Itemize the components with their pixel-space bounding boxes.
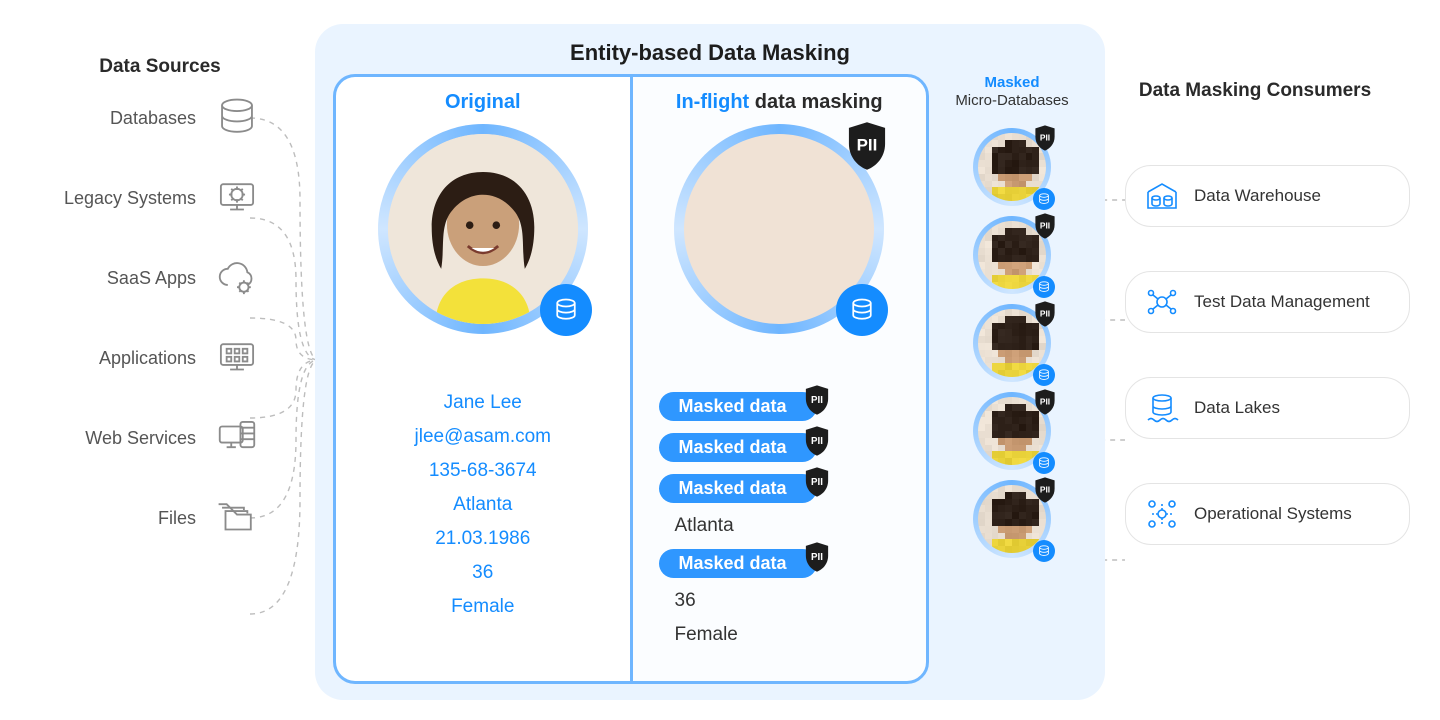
test-data-icon — [1144, 284, 1180, 320]
svg-text:PII: PII — [1040, 220, 1050, 230]
source-label: SaaS Apps — [30, 268, 196, 289]
micro-title-highlight: Masked — [984, 74, 1039, 91]
micro-database: PII — [973, 128, 1051, 206]
consumers-title: Data Masking Consumers — [1125, 80, 1385, 102]
masked-data-pill: Masked dataPII — [659, 392, 817, 421]
data-lakes-icon — [1144, 390, 1180, 426]
source-label: Legacy Systems — [30, 188, 196, 209]
svg-text:PII: PII — [1040, 396, 1050, 406]
pii-shield-icon: PII — [803, 541, 831, 573]
original-data-rows: Jane Lee jlee@asam.com 135-68-3674 Atlan… — [350, 392, 616, 618]
consumer-operational-systems: Operational Systems — [1125, 483, 1410, 545]
source-files: Files — [30, 495, 260, 541]
masked-data-pill: Masked dataPII — [659, 474, 817, 503]
svg-text:PII: PII — [1040, 132, 1050, 142]
pii-shield-icon: PII — [1033, 300, 1057, 328]
database-badge-icon — [1033, 452, 1055, 474]
svg-text:PII: PII — [811, 436, 823, 447]
person-age: 36 — [472, 562, 493, 584]
pii-shield-icon: PII — [1033, 388, 1057, 416]
svg-text:PII: PII — [811, 552, 823, 563]
database-badge-icon — [1033, 276, 1055, 298]
masked-card-title: In-flight data masking — [676, 91, 883, 114]
micro-database: PII — [973, 216, 1051, 294]
database-icon — [214, 95, 260, 141]
source-web-services: Web Services — [30, 415, 260, 461]
database-badge-icon — [540, 284, 592, 336]
cloud-gear-icon — [214, 255, 260, 301]
svg-text:PII: PII — [1040, 308, 1050, 318]
unmasked-value: Female — [675, 624, 738, 646]
consumer-label: Operational Systems — [1194, 504, 1352, 524]
sources-title: Data Sources — [60, 56, 260, 78]
masked-title-rest: data masking — [749, 91, 882, 113]
svg-text:PII: PII — [857, 136, 878, 155]
consumer-data-lakes: Data Lakes — [1125, 377, 1410, 439]
warehouse-icon — [1144, 178, 1180, 214]
person-city: Atlanta — [453, 494, 512, 516]
masked-avatar: PII — [674, 124, 884, 334]
svg-text:PII: PII — [1040, 484, 1050, 494]
masked-title-highlight: In-flight — [676, 91, 749, 113]
center-panel: Entity-based Data Masking Original — [315, 24, 1105, 700]
source-legacy-systems: Legacy Systems — [30, 175, 260, 221]
source-applications: Applications — [30, 335, 260, 381]
micro-databases-title: Masked Micro-Databases — [955, 74, 1068, 110]
files-icon — [214, 495, 260, 541]
original-card-title: Original — [445, 91, 521, 114]
original-avatar — [378, 124, 588, 334]
person-ssn: 135-68-3674 — [429, 460, 537, 482]
pii-shield-icon: PII — [803, 466, 831, 498]
database-badge-icon — [1033, 188, 1055, 210]
source-label: Web Services — [30, 428, 196, 449]
source-databases: Databases — [30, 95, 260, 141]
masked-data-pill: Masked dataPII — [659, 549, 817, 578]
consumers-list: Data Warehouse Test Data Management Data… — [1125, 165, 1410, 589]
center-title: Entity-based Data Masking — [333, 40, 1087, 66]
micro-database: PII — [973, 480, 1051, 558]
pii-shield-icon: PII — [803, 425, 831, 457]
pii-shield-icon: PII — [1033, 212, 1057, 240]
source-label: Files — [30, 508, 196, 529]
person-name: Jane Lee — [444, 392, 522, 414]
consumer-label: Test Data Management — [1194, 292, 1370, 312]
original-card: Original Ja — [333, 74, 630, 684]
database-badge-icon — [1033, 364, 1055, 386]
micro-databases-column: Masked Micro-Databases PII PII PII PII P… — [937, 74, 1087, 684]
operational-systems-icon — [1144, 496, 1180, 532]
unmasked-value: Atlanta — [675, 515, 734, 537]
svg-text:PII: PII — [811, 395, 823, 406]
web-services-icon — [214, 415, 260, 461]
source-label: Applications — [30, 348, 196, 369]
source-saas-apps: SaaS Apps — [30, 255, 260, 301]
svg-text:PII: PII — [811, 477, 823, 488]
unmasked-value: 36 — [675, 590, 696, 612]
masked-data-pill: Masked dataPII — [659, 433, 817, 462]
pii-shield-icon: PII — [1033, 476, 1057, 504]
micro-database: PII — [973, 304, 1051, 382]
consumer-data-warehouse: Data Warehouse — [1125, 165, 1410, 227]
pii-shield-icon: PII — [844, 120, 890, 172]
person-email: jlee@asam.com — [415, 426, 552, 448]
consumer-label: Data Lakes — [1194, 398, 1280, 418]
apps-icon — [214, 335, 260, 381]
person-dob: 21.03.1986 — [435, 528, 530, 550]
person-gender: Female — [451, 596, 514, 618]
masked-card: In-flight data masking PII Masked dataPI… — [630, 74, 930, 684]
micro-title-rest: Micro-Databases — [955, 92, 1068, 109]
data-sources-list: Databases Legacy Systems SaaS Apps Appli… — [30, 95, 260, 575]
legacy-icon — [214, 175, 260, 221]
consumer-label: Data Warehouse — [1194, 186, 1321, 206]
micro-database: PII — [973, 392, 1051, 470]
pii-shield-icon: PII — [1033, 124, 1057, 152]
database-badge-icon — [836, 284, 888, 336]
consumer-test-data-management: Test Data Management — [1125, 271, 1410, 333]
database-badge-icon — [1033, 540, 1055, 562]
masked-data-rows: Masked dataPII Masked dataPII Masked dataP… — [647, 392, 913, 646]
pii-shield-icon: PII — [803, 384, 831, 416]
source-label: Databases — [30, 108, 196, 129]
